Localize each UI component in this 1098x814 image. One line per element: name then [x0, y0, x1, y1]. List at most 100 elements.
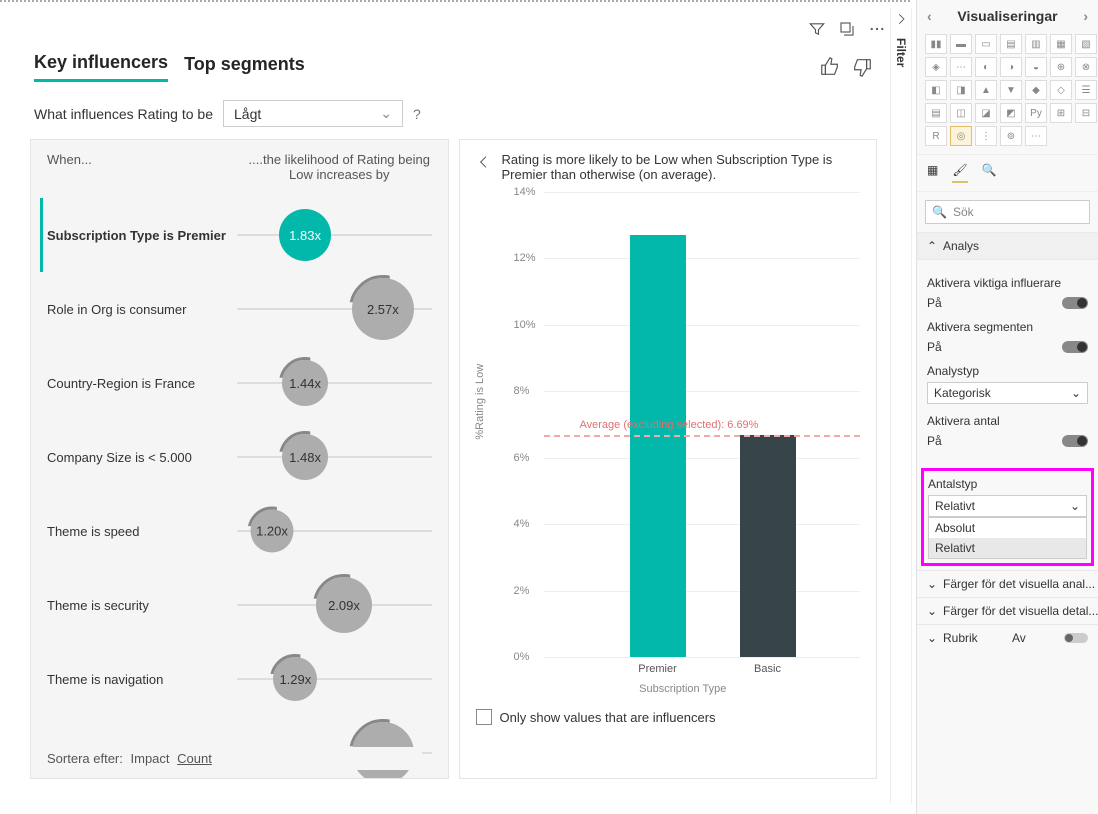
- search-icon: 🔍: [932, 205, 947, 219]
- viz-type-icon[interactable]: ▼: [1000, 80, 1022, 100]
- viz-type-icon[interactable]: ◑: [1000, 57, 1022, 77]
- filter-icon[interactable]: [808, 20, 826, 38]
- factor-row[interactable]: Country-Region is France1.44x: [47, 346, 432, 420]
- toggle-segment[interactable]: [1062, 341, 1088, 353]
- factor-label: Theme is navigation: [47, 672, 237, 687]
- viz-type-icon[interactable]: ◐: [975, 57, 997, 77]
- viz-type-icon[interactable]: ▥: [1025, 34, 1047, 54]
- section-colors-analysis[interactable]: ⌄Färger för det visuella anal...: [917, 570, 1098, 597]
- viz-type-icon[interactable]: ◩: [1000, 103, 1022, 123]
- factor-bubble[interactable]: 1.48x: [282, 434, 328, 480]
- canvas-resize-handle[interactable]: [12, 794, 20, 808]
- viz-type-icon[interactable]: ⊚: [1000, 126, 1022, 146]
- factor-bubble[interactable]: 1.29x: [273, 657, 317, 701]
- factor-line: 1.48x: [237, 456, 432, 458]
- viz-type-icon[interactable]: ▦: [1050, 34, 1072, 54]
- factor-bubble[interactable]: 1.83x: [279, 209, 331, 261]
- sort-count[interactable]: Count: [177, 751, 212, 766]
- antalstyp-options: Absolut Relativt: [928, 517, 1087, 559]
- section-analys[interactable]: ⌃Analys: [917, 232, 1098, 260]
- filter-rail-label[interactable]: Filter: [894, 38, 908, 67]
- factor-row[interactable]: Theme is security2.09x: [47, 568, 432, 642]
- factor-row[interactable]: Role in Org is consumer 2.57x: [47, 272, 432, 346]
- thumbs-up-icon[interactable]: [819, 56, 841, 78]
- only-influencers-checkbox[interactable]: [476, 709, 492, 725]
- expand-panel-icon[interactable]: ›: [1083, 8, 1088, 24]
- factor-label: Role in Org is consumer: [47, 302, 237, 317]
- when-header: When...: [47, 152, 247, 182]
- viz-type-icon[interactable]: ◧: [925, 80, 947, 100]
- option-absolut[interactable]: Absolut: [929, 518, 1086, 538]
- factor-row[interactable]: Theme is navigation 1.29x: [47, 642, 432, 716]
- search-input[interactable]: 🔍 Sök: [925, 200, 1090, 224]
- sort-impact[interactable]: Impact: [131, 751, 170, 766]
- viz-type-icon[interactable]: ⋮: [975, 126, 997, 146]
- viz-type-icon[interactable]: ▬: [950, 34, 972, 54]
- viz-type-icon[interactable]: ◫: [950, 103, 972, 123]
- tab-top-segments[interactable]: Top segments: [184, 54, 305, 81]
- viz-type-icon[interactable]: ⊟: [1075, 103, 1097, 123]
- rating-dropdown-value: Lågt: [234, 106, 261, 122]
- canvas-resize-handle[interactable]: [12, 6, 20, 20]
- factor-row[interactable]: Subscription Type is Premier1.83x: [40, 198, 432, 272]
- viz-type-icon[interactable]: ▭: [975, 34, 997, 54]
- opt-influerare-label: Aktivera viktiga influerare: [927, 276, 1088, 290]
- toggle-rubrik[interactable]: [1064, 633, 1088, 643]
- thumbs-down-icon[interactable]: [851, 56, 873, 78]
- factor-label: Country-Region is France: [47, 376, 237, 391]
- viz-type-icon[interactable]: ⋯: [950, 57, 972, 77]
- factor-bubble[interactable]: 2.57x: [352, 278, 414, 340]
- viz-type-icon[interactable]: ▤: [925, 103, 947, 123]
- viz-type-icon[interactable]: ⊞: [1050, 103, 1072, 123]
- viz-type-icon[interactable]: ▮▮: [925, 34, 947, 54]
- viz-type-icon[interactable]: ⋯: [1025, 126, 1047, 146]
- focus-icon[interactable]: [838, 20, 856, 38]
- viz-type-icon[interactable]: ▤: [1000, 34, 1022, 54]
- format-tab-icon[interactable]: 🖌: [952, 163, 967, 183]
- bar[interactable]: [740, 435, 796, 657]
- toggle-label-pa1: På: [927, 296, 942, 310]
- factor-line: 1.44x: [237, 382, 432, 384]
- chevron-down-icon: ⌄: [380, 105, 392, 122]
- more-icon[interactable]: [868, 20, 886, 38]
- analystyp-dropdown[interactable]: Kategorisk⌄: [927, 382, 1088, 404]
- section-rubrik[interactable]: ⌄RubrikAv: [917, 624, 1098, 651]
- section-colors-analysis-label: Färger för det visuella anal...: [943, 577, 1095, 591]
- toggle-antal[interactable]: [1062, 435, 1088, 447]
- viz-type-icon[interactable]: ◇: [1050, 80, 1072, 100]
- factor-bubble[interactable]: 1.20x: [251, 510, 294, 553]
- antalstyp-dropdown[interactable]: Relativt⌄: [928, 495, 1087, 517]
- option-relativt[interactable]: Relativt: [929, 538, 1086, 558]
- factor-row[interactable]: Company Size is < 5.0001.48x: [47, 420, 432, 494]
- viz-type-icon[interactable]: ◎: [950, 126, 972, 146]
- influencers-list: When... ....the likelihood of Rating bei…: [30, 139, 449, 779]
- toggle-influerare[interactable]: [1062, 297, 1088, 309]
- viz-type-icon[interactable]: ⊕: [1050, 57, 1072, 77]
- viz-type-icon[interactable]: ▧: [1075, 34, 1097, 54]
- viz-type-icon[interactable]: ☰: [1075, 80, 1097, 100]
- viz-type-icon[interactable]: R: [925, 126, 947, 146]
- fields-tab-icon[interactable]: ▦: [927, 163, 938, 183]
- collapse-panel-icon[interactable]: ‹: [927, 8, 932, 24]
- factor-bubble[interactable]: 2.09x: [316, 577, 372, 633]
- factor-label: Company Size is < 5.000: [47, 450, 237, 465]
- factor-row[interactable]: Theme is speed1.20x: [47, 494, 432, 568]
- viz-type-icon[interactable]: ◪: [975, 103, 997, 123]
- viz-type-icon[interactable]: ◨: [950, 80, 972, 100]
- analytics-tab-icon[interactable]: 🔍: [982, 163, 997, 183]
- viz-type-icon[interactable]: ◒: [1025, 57, 1047, 77]
- rating-dropdown[interactable]: Lågt ⌄: [223, 100, 403, 127]
- viz-type-icon[interactable]: ⊗: [1075, 57, 1097, 77]
- tab-key-influencers[interactable]: Key influencers: [34, 52, 168, 82]
- section-colors-detail-label: Färger för det visuella detal...: [943, 604, 1098, 618]
- viz-type-icon[interactable]: ▲: [975, 80, 997, 100]
- viz-type-icon[interactable]: Py: [1025, 103, 1047, 123]
- section-colors-detail[interactable]: ⌄Färger för det visuella detal...: [917, 597, 1098, 624]
- viz-type-icon[interactable]: ◈: [925, 57, 947, 77]
- back-arrow-icon[interactable]: [476, 152, 492, 170]
- help-icon[interactable]: ?: [413, 106, 421, 122]
- expand-filter-icon[interactable]: [894, 12, 908, 26]
- viz-type-icon[interactable]: ◆: [1025, 80, 1047, 100]
- factor-bubble[interactable]: 1.44x: [282, 360, 328, 406]
- bar[interactable]: [630, 235, 686, 657]
